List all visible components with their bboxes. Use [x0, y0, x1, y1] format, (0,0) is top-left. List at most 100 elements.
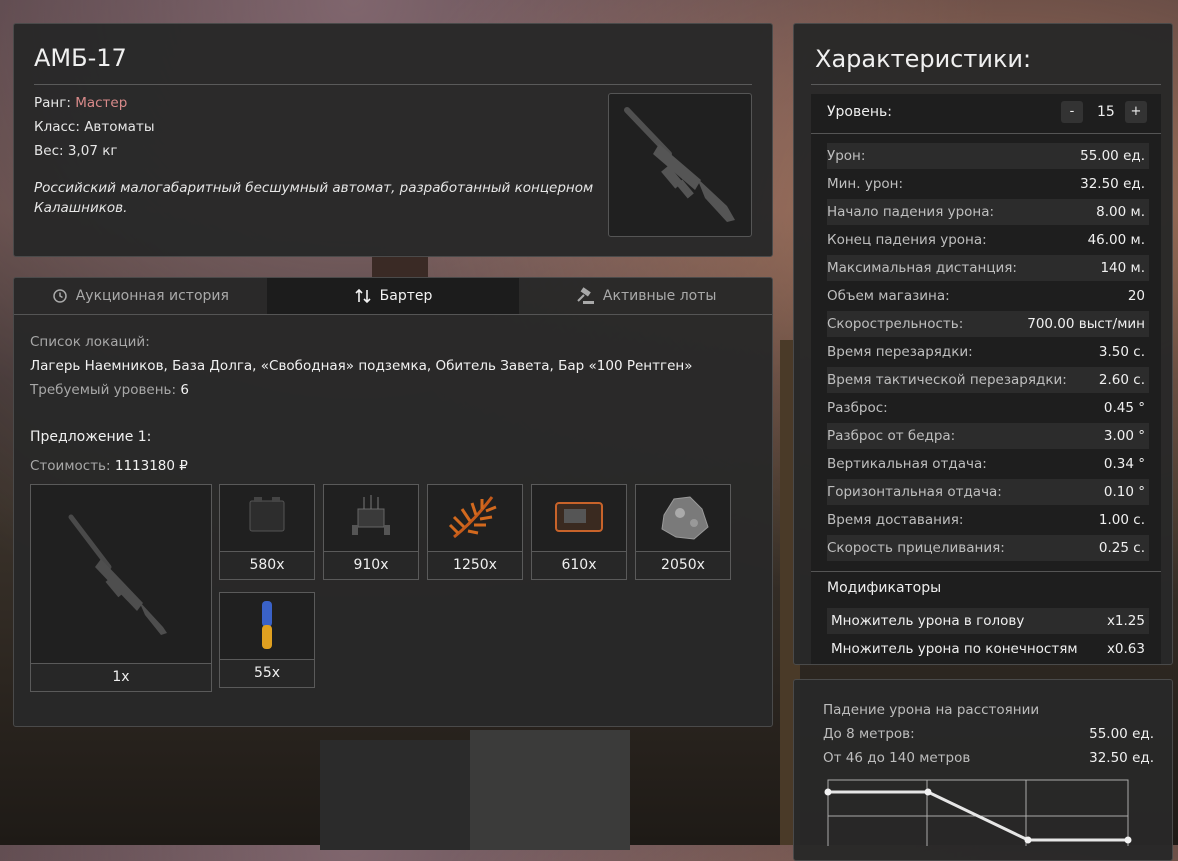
falloff-title: Падение урона на расстоянии [823, 702, 1040, 718]
stat-row: Время тактической перезарядки: 2.60 с. [827, 367, 1149, 393]
stat-value: 55.00 ед. [1080, 148, 1145, 164]
locations-list: Лагерь Наемников, База Долга, «Свободная… [30, 358, 693, 374]
stat-label: Разброс от бедра: [827, 428, 956, 444]
item-card: АМБ-17 Ранг: Мастер Класс: Автоматы Вес:… [13, 23, 773, 257]
stat-row: Время перезарядки: 3.50 с. [827, 339, 1149, 365]
modifier-label: Множитель урона в голову [831, 613, 1025, 629]
tab-label: Аукционная история [75, 288, 229, 304]
tab-barter[interactable]: Бартер [266, 278, 520, 314]
barter-panel: Аукционная история Бартер Активные лоты … [13, 277, 773, 727]
stat-value: 700.00 выст/мин [1027, 316, 1145, 332]
circuit-board-icon [352, 495, 390, 535]
divider [811, 133, 1161, 134]
stat-row: Максимальная дистанция: 140 м. [827, 255, 1149, 281]
offer-title: Предложение 1: [30, 429, 152, 445]
stat-value: 32.50 ед. [1080, 176, 1145, 192]
ingredient-slot[interactable]: 1250x [427, 484, 523, 580]
falloff-row-value: 32.50 ед. [1089, 750, 1154, 766]
fern-icon [448, 496, 497, 539]
modifier-label: Множитель урона по конечностям [831, 641, 1078, 657]
stat-row: Вертикальная отдача: 0.34 ° [827, 451, 1149, 477]
level-value: 15 [1097, 104, 1115, 120]
ingredient-qty: 2050x [636, 551, 730, 579]
divider [811, 571, 1161, 572]
falloff-row-value: 55.00 ед. [1089, 726, 1154, 742]
stats-panel: Характеристики: Уровень: - 15 + Урон: 55.… [793, 23, 1173, 665]
stat-row: Урон: 55.00 ед. [827, 143, 1149, 169]
modifier-value: x1.25 [1106, 613, 1145, 629]
background-building [470, 730, 630, 850]
battery-icon [249, 497, 285, 532]
damage-falloff-chart [824, 779, 1132, 846]
stat-value: 3.50 с. [1098, 344, 1145, 360]
ingredient-slot[interactable]: 610x [531, 484, 627, 580]
damage-falloff-panel: Падение урона на расстоянии До 8 метров:… [793, 679, 1173, 861]
ingredient-slot[interactable]: 55x [219, 592, 315, 688]
tab-label: Активные лоты [602, 288, 717, 304]
stat-value: 0.25 с. [1098, 540, 1145, 556]
falloff-data-point [924, 788, 932, 796]
level-increase-button[interactable]: + [1125, 101, 1147, 123]
ingredient-slot[interactable]: 580x [219, 484, 315, 580]
stat-row: Мин. урон: 32.50 ед. [827, 171, 1149, 197]
stat-row: Разброс: 0.45 ° [827, 395, 1149, 421]
stat-label: Время перезарядки: [827, 344, 973, 360]
level-control: Уровень: - 15 + [811, 94, 1161, 132]
modifier-row: Множитель урона в голову x1.25 [827, 608, 1149, 634]
falloff-data-point [1124, 836, 1132, 844]
stat-label: Конец падения урона: [827, 232, 987, 248]
stat-label: Горизонтальная отдача: [827, 484, 1002, 500]
stat-label: Скорострельность: [827, 316, 964, 332]
weight-label: Вес: [34, 143, 64, 159]
ingredient-slot[interactable]: 2050x [635, 484, 731, 580]
weight-value: 3,07 кг [67, 143, 118, 159]
stat-value: 1.00 с. [1098, 512, 1145, 528]
stat-label: Мин. урон: [827, 176, 904, 192]
offer-cost: Стоимость: 1113180 ₽ [30, 458, 188, 474]
falloff-data-point [1024, 836, 1032, 844]
required-level-value: 6 [180, 382, 189, 398]
barter-result-slot[interactable]: 1x [30, 484, 212, 692]
stat-value: 2.60 с. [1098, 372, 1145, 388]
ingredient-qty: 1250x [428, 551, 522, 579]
stat-row: Разброс от бедра: 3.00 ° [827, 423, 1149, 449]
stat-row: Горизонтальная отдача: 0.10 ° [827, 479, 1149, 505]
rank-label: Ранг: [34, 95, 71, 111]
stat-label: Объем магазина: [827, 288, 950, 304]
rifle-icon [68, 514, 167, 635]
gavel-icon [577, 287, 594, 304]
stat-label: Разброс: [827, 400, 888, 416]
falloff-data-point [824, 788, 832, 796]
tab-active-lots[interactable]: Активные лоты [519, 278, 772, 314]
stat-row: Конец падения урона: 46.00 м. [827, 227, 1149, 253]
ingredient-qty: 610x [532, 551, 626, 579]
stat-value: 8.00 м. [1096, 204, 1145, 220]
stat-value: 3.00 ° [1103, 428, 1145, 444]
stat-label: Вертикальная отдача: [827, 456, 987, 472]
locations-label: Список локаций: [30, 334, 150, 350]
required-level-label: Требуемый уровень: [30, 382, 177, 398]
item-class: Класс: Автоматы [34, 119, 154, 135]
ingredient-qty: 55x [220, 659, 314, 687]
tab-label: Бартер [379, 288, 433, 304]
stat-label: Максимальная дистанция: [827, 260, 1017, 276]
stats-list: Уровень: - 15 + Урон: 55.00 ед. Мин. урон… [811, 94, 1161, 664]
class-value: Автоматы [84, 119, 155, 135]
item-title: АМБ-17 [34, 44, 127, 72]
divider [811, 84, 1161, 85]
ore-icon [661, 496, 709, 540]
modifier-value: x0.63 [1106, 641, 1145, 657]
falloff-row-label: До 8 метров: [823, 726, 915, 742]
ingredient-slot[interactable]: 910x [323, 484, 419, 580]
chart-frame [827, 779, 1129, 846]
rifle-icon [624, 107, 735, 222]
stat-row: Объем магазина: 20 [827, 283, 1149, 309]
ingredient-qty: 910x [324, 551, 418, 579]
falloff-row-label: От 46 до 140 метров [823, 750, 971, 766]
item-weight: Вес: 3,07 кг [34, 143, 117, 159]
tab-auction-history[interactable]: Аукционная история [14, 278, 267, 314]
stat-label: Скорость прицеливания: [827, 540, 1005, 556]
level-decrease-button[interactable]: - [1061, 101, 1083, 123]
stat-value: 140 м. [1100, 260, 1145, 276]
vial-icon [262, 601, 272, 649]
